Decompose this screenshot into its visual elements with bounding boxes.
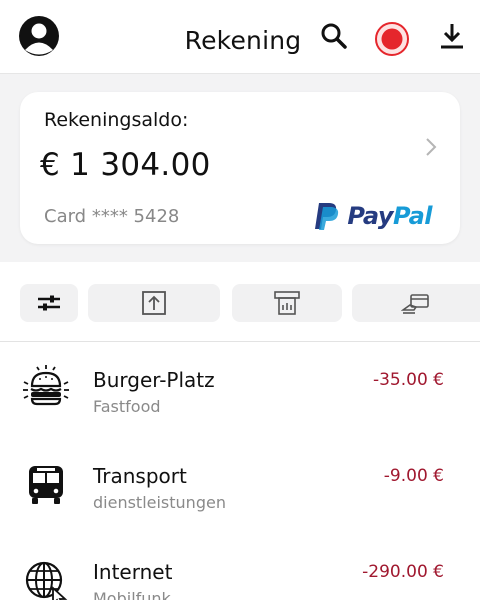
paypal-logo: PayPal [313, 200, 432, 232]
download-icon[interactable] [436, 20, 468, 52]
record-icon[interactable] [374, 21, 410, 57]
bus-icon [29, 466, 63, 504]
transaction-amount: -35.00 € [372, 370, 444, 390]
transaction-name: Internet [93, 560, 173, 584]
card-payment-button[interactable] [352, 284, 480, 322]
filter-button[interactable] [20, 284, 78, 322]
card-payment-icon [401, 294, 429, 314]
transfer-up-icon [142, 291, 166, 315]
chevron-right-icon[interactable] [422, 136, 440, 158]
transaction-row[interactable]: Internet Mobilfunk -290.00 € [0, 534, 480, 600]
burger-icon [23, 365, 69, 406]
transaction-amount: -290.00 € [362, 562, 444, 582]
app-header: Rekening [0, 0, 480, 74]
paypal-pal: Pal [393, 202, 432, 230]
transfer-button[interactable] [88, 284, 220, 322]
transaction-category: Mobilfunk [93, 589, 171, 600]
balance-amount: € 1 304.00 [40, 147, 211, 183]
transaction-name: Transport [93, 464, 187, 488]
balance-card[interactable]: Rekeningsaldo: € 1 304.00 Card **** 5428… [20, 92, 460, 244]
transaction-row[interactable]: Burger-Platz Fastfood -35.00 € [0, 342, 480, 438]
action-bar [0, 262, 480, 342]
paypal-p-icon [315, 203, 339, 230]
balance-label: Rekeningsaldo: [44, 109, 189, 131]
paypal-wordmark: PayPal [347, 202, 432, 230]
transaction-name: Burger-Platz [93, 368, 215, 392]
filter-sliders-icon [38, 295, 60, 311]
atm-button[interactable] [232, 284, 342, 322]
paypal-pay: Pay [347, 202, 394, 230]
transaction-row[interactable]: Transport dienstleistungen -9.00 € [0, 438, 480, 534]
transaction-category: dienstleistungen [93, 493, 226, 512]
search-icon[interactable] [318, 20, 350, 52]
transaction-category: Fastfood [93, 397, 161, 416]
globe-icon [25, 561, 68, 600]
card-number: Card **** 5428 [44, 206, 180, 227]
transaction-amount: -9.00 € [383, 466, 444, 486]
atm-icon [274, 291, 300, 315]
